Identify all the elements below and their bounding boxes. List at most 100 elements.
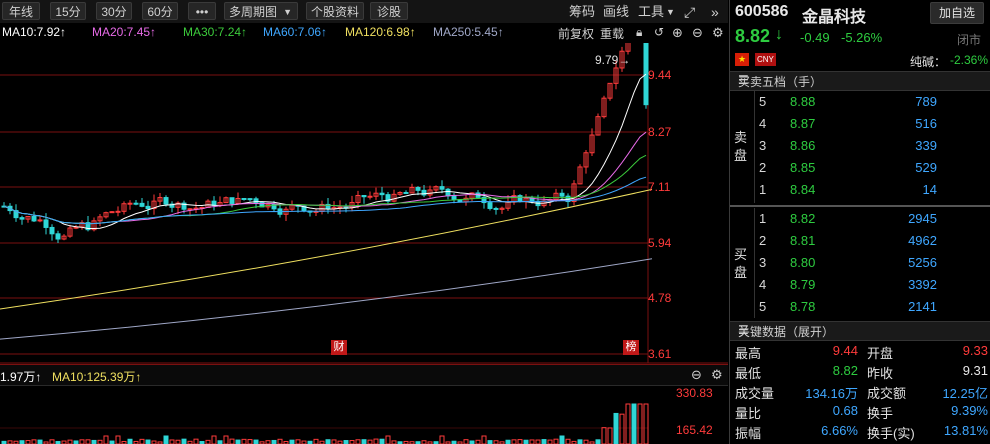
bid-row[interactable]: 3 8.80 5256 [755,255,990,277]
ask-row[interactable]: 4 8.87 516 [755,116,990,138]
keydata-label: 最高 [735,346,762,361]
level: 1 [759,182,767,197]
ma120-legend: MA120:6.98↑ [345,25,416,39]
add-to-watchlist-button[interactable]: 加自选 [930,2,984,24]
menu-icon[interactable]: ☰ [738,73,985,87]
period-year-button[interactable]: 年线 [2,2,40,20]
ma250-line [0,258,653,340]
candle-body [133,202,139,205]
price-tick: 3.61 [648,347,672,361]
candle-body [163,197,169,205]
level: 1 [759,211,767,226]
chart-toolbar: 年线 15分 30分 60分 ••• 多周期图 ▼ 个股资料 诊股 筹码 画线 … [0,0,728,24]
bid-row[interactable]: 4 8.79 3392 [755,277,990,299]
reload-button[interactable]: 重载 [600,25,624,42]
keydata-header[interactable]: 关键数据（展开） ☰ [730,321,990,341]
menu-icon[interactable]: ☰ [738,323,985,337]
orderbook-header[interactable]: 买卖五档（手） ☰ [730,71,990,91]
price-change-pct: -5.26% [841,30,883,45]
bid-row[interactable]: 1 8.82 2945 [755,211,990,233]
volume-bar [463,439,469,444]
double-chevron-right-icon[interactable]: » [711,3,719,21]
buy-side-label-box: 买盘 [730,208,755,318]
period-60m-button[interactable]: 60分 [142,2,178,20]
candle-body [31,215,37,222]
expand-icon[interactable]: ⤢ [684,3,695,21]
zoom-in-icon[interactable]: ⊕ [672,25,683,41]
financial-report-badge[interactable]: 财 [331,340,347,355]
volume: 789 [915,94,937,109]
bid-row[interactable]: 5 8.78 2141 [755,299,990,321]
volume-bar [103,435,109,444]
candle-body [445,188,451,197]
diagnose-button[interactable]: 诊股 [370,2,408,20]
settings-gear-icon[interactable]: ⚙ [712,25,724,41]
price-axis: 9.44 8.27 7.11 5.94 4.78 3.61 [648,43,728,363]
period-30m-button[interactable]: 30分 [96,2,132,20]
volume-bar [523,439,529,444]
price-tick: 9.44 [648,68,672,82]
sell-side-label: 卖盘 [734,130,748,163]
volume: 14 [922,182,937,197]
volume-bar [349,440,355,444]
volume: 5256 [908,255,937,270]
keydata-label: 换手(实) [867,426,915,441]
chevron-down-icon[interactable]: ▼ [666,3,675,21]
volume-bar [277,438,283,444]
forward-adjust-button[interactable]: 前复权 [558,25,594,42]
dragon-tiger-list-badge[interactable]: 榜 [623,340,639,355]
ask-row[interactable]: 5 8.88 789 [755,94,990,116]
volume-bar [175,439,181,444]
tools-button[interactable]: 工具 [638,3,664,21]
price-change: -0.49 [800,30,830,45]
settings-gear-icon[interactable]: ⚙ [711,367,723,383]
keydata-label: 换手 [867,406,894,421]
price: 8.82 [790,211,816,226]
keydata-label: 最低 [735,366,762,381]
volume-bar [583,439,589,444]
level: 3 [759,255,767,270]
volume-bar [49,439,55,444]
draw-line-button[interactable]: 画线 [603,3,629,21]
zoom-out-icon[interactable]: ⊖ [692,25,703,41]
volume-bar [313,438,319,444]
market-status: 闭市 [957,33,982,47]
lock-icon[interactable]: 🔒︎ [636,25,642,40]
multi-period-dropdown[interactable]: 多周期图 ▼ [224,2,298,20]
bid-row[interactable]: 2 8.81 4962 [755,233,990,255]
level: 2 [759,233,767,248]
volume-bar [607,427,613,444]
volume-bar [247,439,253,444]
undo-icon[interactable]: ↺ [654,25,664,39]
volume-bar [229,438,235,444]
ma-line [3,154,647,225]
candle-body [55,233,61,240]
keydata-value: 8.82 [832,363,858,378]
volume-bar [31,439,37,444]
period-15m-button[interactable]: 15分 [50,2,86,20]
chevron-down-icon: ▼ [283,7,292,17]
volume-header: 1.97万↑ MA10:125.39万↑ ⊖ ⚙ [0,364,728,386]
chips-button[interactable]: 筹码 [569,3,595,21]
volume-bar [373,438,379,444]
more-periods-button[interactable]: ••• [188,2,216,20]
volume-bar [271,439,277,444]
price-tick: 4.78 [648,291,672,305]
volume-bar [181,438,187,444]
ask-row[interactable]: 2 8.85 529 [755,160,990,182]
ma10-legend: MA10:7.92↑ [2,25,67,39]
volume-bar [115,435,121,444]
candle-body [241,197,247,200]
stock-info-button[interactable]: 个股资料 [306,2,364,20]
price: 8.78 [790,299,816,314]
zoom-out-icon[interactable]: ⊖ [691,367,702,383]
ask-row[interactable]: 3 8.86 339 [755,138,990,160]
sector-label: 纯碱： [910,55,947,69]
ask-row[interactable]: 1 8.84 14 [755,182,990,204]
volume-bar [613,412,619,444]
candle-body [187,208,193,211]
volume-bar [169,439,175,444]
candle-body [415,186,421,191]
volume-bar [643,403,649,444]
candle-body [379,192,385,196]
